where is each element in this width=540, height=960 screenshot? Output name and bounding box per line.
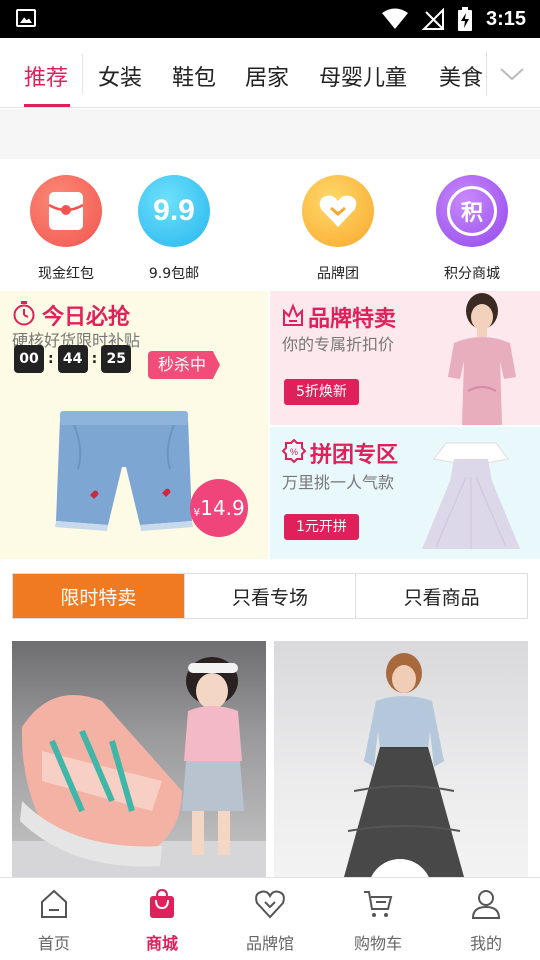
brand-icon [255, 890, 285, 919]
product-card[interactable] [12, 641, 266, 877]
tab-home[interactable]: 居家 [245, 60, 289, 92]
discount-badge-icon: % [282, 439, 306, 463]
nav-label: 商城 [145, 934, 178, 953]
model-pink-dress-image [448, 293, 516, 425]
tab-divider [486, 52, 487, 96]
no-signal-icon [421, 8, 444, 30]
nav-profile[interactable]: 我的 [446, 888, 526, 954]
cart-icon [364, 891, 393, 917]
white-dress-image [422, 442, 520, 549]
bottom-nav: 首页 商城 品牌馆 购物车 我的 [0, 877, 540, 960]
filter-tab-events-only[interactable]: 只看专场 [183, 574, 356, 618]
group-buy-subtitle: 万里挑一人气款 [282, 473, 395, 492]
quick-entry-row: 现金红包 9.9 9.9包邮 品牌团 积 积分商城 [0, 159, 540, 291]
countdown-timer: 00 : 44 : 25 [14, 345, 132, 373]
svg-text:%: % [290, 447, 298, 457]
sale-filter-tabs: 限时特卖 只看专场 只看商品 [12, 573, 528, 619]
status-time: 3:15 [485, 7, 526, 30]
category-tab-bar: 推荐 女装 鞋包 居家 母婴儿童 美食 [0, 38, 540, 108]
nav-label: 我的 [469, 934, 502, 953]
nav-home[interactable]: 首页 [14, 888, 94, 954]
active-tab-indicator [24, 104, 70, 107]
seckill-badge: 秒杀中 [148, 351, 221, 379]
countdown-seconds: 25 [101, 345, 132, 373]
crown-icon [283, 303, 303, 326]
profile-icon [471, 890, 501, 919]
flash-sale-price: ¥14.9 [190, 479, 248, 537]
filter-tab-flash-sale[interactable]: 限时特卖 [13, 574, 184, 618]
group-buy-tag: 1元开拼 [284, 514, 359, 540]
quick-entry-nine-nine[interactable]: 9.9 9.9包邮 [124, 175, 224, 283]
brand-sale-tag: 5折焕新 [284, 379, 359, 405]
mall-page: 3:15 推荐 女装 鞋包 居家 母婴儿童 美食 现金红包 9.9 9.9包邮 [0, 0, 540, 960]
nav-label: 购物车 [353, 934, 402, 953]
quick-entry-label: 9.9包邮 [148, 266, 200, 282]
tab-food[interactable]: 美食 [439, 60, 483, 92]
quick-entry-label: 品牌团 [317, 266, 359, 282]
quick-entry-red-packet[interactable]: 现金红包 [16, 175, 116, 283]
points-icon: 积 [436, 175, 508, 247]
nav-cart[interactable]: 购物车 [338, 888, 418, 954]
nav-mall[interactable]: 商城 [122, 888, 202, 954]
denim-shorts-image [55, 411, 193, 531]
brand-heart-icon [302, 175, 374, 247]
group-buy-title: 拼团专区 [310, 443, 399, 468]
red-packet-icon [30, 175, 102, 247]
banner-placeholder [0, 109, 540, 159]
chevron-down-icon[interactable] [498, 60, 526, 88]
quick-entry-brand-group[interactable]: 品牌团 [288, 175, 388, 283]
black-tulle-skirt-image [344, 653, 464, 877]
brand-sale-title: 品牌特卖 [308, 307, 397, 332]
flash-sale-card[interactable]: 今日必抢 硬核好货限时补贴 00 : 44 : 25 秒杀中 ¥14.9 [0, 291, 268, 559]
kids-sandals-image [12, 657, 266, 877]
tab-recommend[interactable]: 推荐 [24, 60, 68, 92]
nav-brand-hall[interactable]: 品牌馆 [230, 888, 310, 954]
home-icon [41, 889, 67, 918]
nine-nine-icon: 9.9 [138, 175, 210, 247]
quick-entry-label: 现金红包 [38, 266, 94, 282]
quick-entry-label: 积分商城 [444, 266, 500, 282]
tab-shoes-bags[interactable]: 鞋包 [172, 60, 216, 92]
tab-womens[interactable]: 女装 [98, 60, 142, 92]
countdown-hours: 00 [14, 345, 44, 373]
filter-tab-products-only[interactable]: 只看商品 [355, 574, 527, 618]
brand-sale-subtitle: 你的专属折扣价 [282, 335, 395, 354]
group-buy-card[interactable]: % 拼团专区 万里挑一人气款 1元开拼 [270, 427, 540, 559]
shop-bag-icon [150, 888, 174, 918]
tab-mother-baby[interactable]: 母婴儿童 [319, 60, 407, 92]
product-card[interactable] [274, 641, 528, 877]
nav-label: 首页 [37, 934, 70, 953]
gallery-notification-icon [16, 9, 36, 27]
status-bar: 3:15 [0, 0, 540, 38]
countdown-minutes: 44 [57, 345, 88, 373]
stopwatch-icon [13, 301, 35, 326]
battery-charging-icon [457, 7, 472, 31]
quick-entry-points-mall[interactable]: 积 积分商城 [422, 175, 522, 283]
nav-label: 品牌馆 [245, 934, 294, 953]
brand-sale-card[interactable]: 品牌特卖 你的专属折扣价 5折焕新 [270, 291, 540, 425]
tab-divider [82, 54, 83, 94]
wifi-icon [381, 8, 408, 29]
